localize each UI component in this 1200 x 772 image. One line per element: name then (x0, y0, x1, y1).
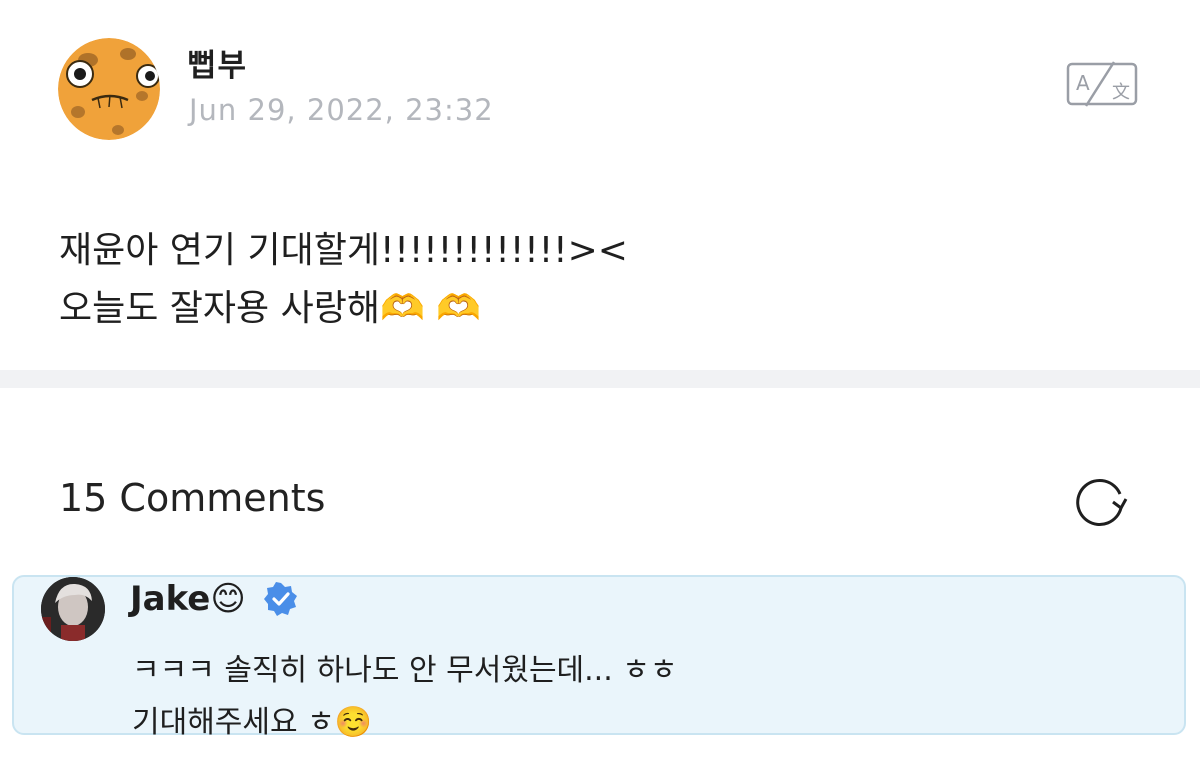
section-divider (0, 370, 1200, 388)
post-card: 뻡부 Jun 29, 2022, 23:32 A 文 재윤아 연기 기대할게!!… (0, 0, 1200, 370)
post-body-text: 재윤아 연기 기대할게!!!!!!!!!!!!!>< 오늘도 잘자용 사랑해🫶 … (59, 230, 628, 329)
refresh-icon (1076, 479, 1128, 526)
translate-icon: A 文 (1066, 61, 1138, 107)
refresh-button[interactable] (1074, 474, 1130, 528)
verified-badge-icon (263, 582, 297, 616)
comment-body-text: ㅋㅋㅋ 솔직히 하나도 안 무서웠는데... ㅎㅎ 기대해주세요 ㅎ☺️ (132, 653, 678, 740)
post-author-name[interactable]: 뻡부 (188, 40, 247, 85)
svg-text:A: A (1076, 71, 1090, 95)
cartoon-face-avatar-icon (58, 38, 160, 140)
profile-photo-icon (41, 577, 105, 641)
author-avatar[interactable] (58, 38, 160, 140)
comment-author-avatar[interactable] (41, 577, 105, 641)
translate-button[interactable]: A 文 (1066, 60, 1140, 108)
comment-header: Jake😊 (130, 577, 298, 621)
svg-text:文: 文 (1112, 82, 1130, 103)
comment-author-name[interactable]: Jake😊 (130, 579, 246, 619)
highlighted-comment[interactable]: Jake😊 ㅋㅋㅋ 솔직히 하나도 안 무서웠는데... ㅎㅎ 기대해주세요 ㅎ… (12, 575, 1186, 740)
post-timestamp: Jun 29, 2022, 23:32 (189, 93, 494, 127)
comments-count-heading: 15 Comments (59, 476, 326, 520)
